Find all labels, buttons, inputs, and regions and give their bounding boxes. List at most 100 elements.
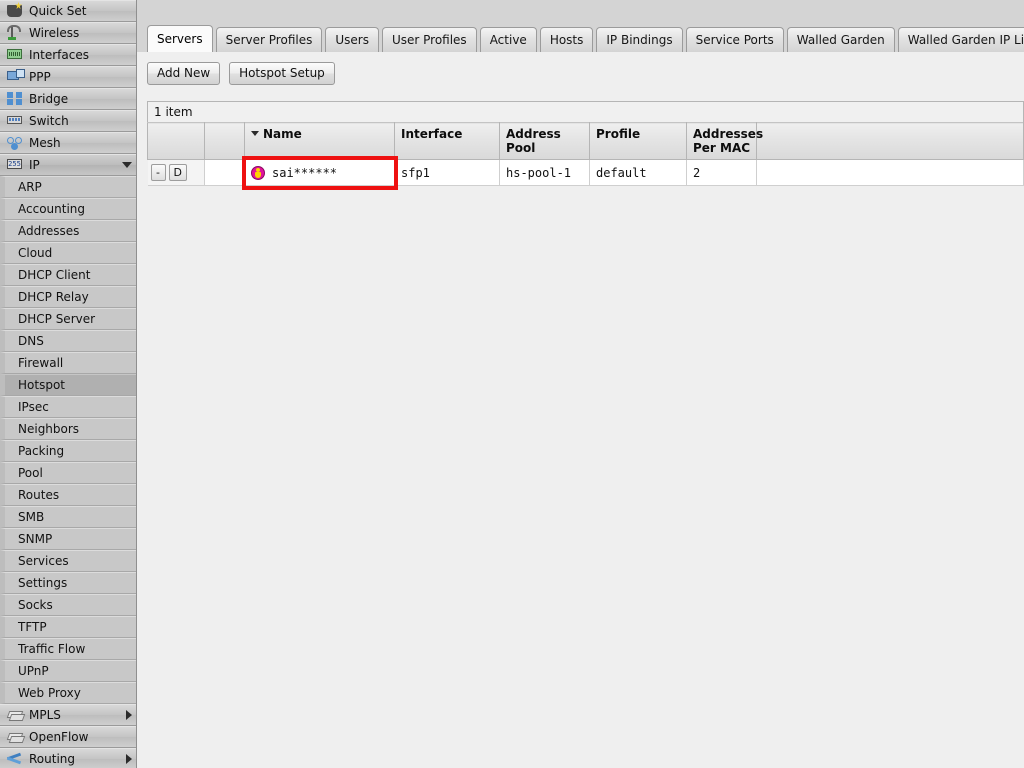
column-header-blank bbox=[205, 123, 245, 160]
sidebar-item-pool[interactable]: Pool bbox=[0, 462, 136, 484]
column-header-label: Profile bbox=[596, 127, 640, 141]
tab-servers[interactable]: Servers bbox=[147, 25, 213, 52]
sidebar-item-ppp[interactable]: PPP bbox=[0, 66, 136, 88]
sidebar-item-neighbors[interactable]: Neighbors bbox=[0, 418, 136, 440]
sidebar-item-ip[interactable]: 255 IP bbox=[0, 154, 136, 176]
column-header-name[interactable]: Name bbox=[245, 123, 395, 160]
sidebar-top-menu: Quick Set Wireless Interfaces PPP Bridge Swit… bbox=[0, 0, 136, 176]
sidebar-item-smb[interactable]: SMB bbox=[0, 506, 136, 528]
cell-blank bbox=[757, 160, 1024, 186]
tab-user-profiles[interactable]: User Profiles bbox=[382, 27, 477, 52]
item-count-bar: 1 item bbox=[147, 101, 1024, 122]
sidebar-item-bridge[interactable]: Bridge bbox=[0, 88, 136, 110]
tab-ip-bindings[interactable]: IP Bindings bbox=[596, 27, 682, 52]
cell-addresses-per-mac[interactable]: 2 bbox=[687, 160, 757, 186]
cell-name[interactable]: sai****** bbox=[245, 160, 395, 186]
sidebar-item-label: Wireless bbox=[29, 26, 132, 40]
tab-active[interactable]: Active bbox=[480, 27, 537, 52]
interfaces-icon bbox=[6, 47, 24, 63]
ppp-icon bbox=[6, 69, 24, 85]
add-new-button[interactable]: Add New bbox=[147, 62, 220, 85]
mesh-icon bbox=[6, 135, 24, 151]
sidebar-item-openflow[interactable]: OpenFlow bbox=[0, 726, 136, 748]
sidebar-item-services[interactable]: Services bbox=[0, 550, 136, 572]
sidebar-item-accounting[interactable]: Accounting bbox=[0, 198, 136, 220]
cell-profile[interactable]: default bbox=[590, 160, 687, 186]
table-row[interactable]: -Dsai******sfp1hs-pool-1default2 bbox=[148, 160, 1024, 186]
toolbar: Add New Hotspot Setup bbox=[147, 62, 1024, 85]
disable-row-button[interactable]: D bbox=[169, 164, 187, 181]
column-header-profile[interactable]: Profile bbox=[590, 123, 687, 160]
sidebar-item-routes[interactable]: Routes bbox=[0, 484, 136, 506]
sidebar-item-firewall[interactable]: Firewall bbox=[0, 352, 136, 374]
sidebar-item-interfaces[interactable]: Interfaces bbox=[0, 44, 136, 66]
main-panel: ServersServer ProfilesUsersUser Profiles… bbox=[137, 0, 1024, 768]
switch-icon bbox=[6, 113, 24, 129]
sidebar-item-settings[interactable]: Settings bbox=[0, 572, 136, 594]
column-header-blank bbox=[757, 123, 1024, 160]
sidebar-item-mesh[interactable]: Mesh bbox=[0, 132, 136, 154]
ip-icon: 255 bbox=[6, 157, 24, 173]
sidebar-item-label: IP bbox=[29, 158, 118, 172]
column-header-blank bbox=[148, 123, 205, 160]
wireless-icon bbox=[6, 25, 24, 41]
sidebar-item-traffic-flow[interactable]: Traffic Flow bbox=[0, 638, 136, 660]
sidebar-item-switch[interactable]: Switch bbox=[0, 110, 136, 132]
column-header-label: Interface bbox=[401, 127, 462, 141]
row-spacer-cell bbox=[205, 160, 245, 186]
sidebar-item-dns[interactable]: DNS bbox=[0, 330, 136, 352]
sidebar-item-label: PPP bbox=[29, 70, 132, 84]
sidebar-item-upnp[interactable]: UPnP bbox=[0, 660, 136, 682]
sidebar-item-hotspot[interactable]: Hotspot bbox=[0, 374, 136, 396]
sidebar-item-snmp[interactable]: SNMP bbox=[0, 528, 136, 550]
tab-service-ports[interactable]: Service Ports bbox=[686, 27, 784, 52]
tab-hosts[interactable]: Hosts bbox=[540, 27, 594, 52]
tab-users[interactable]: Users bbox=[325, 27, 379, 52]
tab-walled-garden[interactable]: Walled Garden bbox=[787, 27, 895, 52]
hotspot-setup-button[interactable]: Hotspot Setup bbox=[229, 62, 335, 85]
bridge-icon bbox=[6, 91, 24, 107]
sidebar-item-ipsec[interactable]: IPsec bbox=[0, 396, 136, 418]
column-header-label: Name bbox=[263, 127, 302, 141]
sidebar-item-label: Routing bbox=[29, 752, 122, 766]
cell-interface[interactable]: sfp1 bbox=[395, 160, 500, 186]
column-header-label: Addresses Per MAC bbox=[693, 127, 763, 155]
remove-row-button[interactable]: - bbox=[151, 164, 166, 181]
content-area: Add New Hotspot Setup 1 item bbox=[137, 52, 1024, 768]
cell-address-pool[interactable]: hs-pool-1 bbox=[500, 160, 590, 186]
sidebar-item-label: Interfaces bbox=[29, 48, 132, 62]
sidebar-item-addresses[interactable]: Addresses bbox=[0, 220, 136, 242]
sidebar-item-wireless[interactable]: Wireless bbox=[0, 22, 136, 44]
tab-server-profiles[interactable]: Server Profiles bbox=[216, 27, 323, 52]
sidebar-item-web-proxy[interactable]: Web Proxy bbox=[0, 682, 136, 704]
sidebar-item-dhcp-client[interactable]: DHCP Client bbox=[0, 264, 136, 286]
row-action-cell: -D bbox=[148, 160, 205, 186]
column-header-address-pool[interactable]: Address Pool bbox=[500, 123, 590, 160]
tab-walled-garden-ip-list[interactable]: Walled Garden IP List bbox=[898, 27, 1024, 52]
table-header-row: Name Interface Address Pool Profile Addresse… bbox=[148, 123, 1024, 160]
sidebar-item-cloud[interactable]: Cloud bbox=[0, 242, 136, 264]
sidebar-item-quick-set[interactable]: Quick Set bbox=[0, 0, 136, 22]
sidebar-item-routing[interactable]: Routing bbox=[0, 748, 136, 768]
sidebar-item-socks[interactable]: Socks bbox=[0, 594, 136, 616]
sidebar-item-label: Bridge bbox=[29, 92, 132, 106]
sidebar-item-label: Quick Set bbox=[29, 4, 132, 18]
sidebar-item-mpls[interactable]: MPLS bbox=[0, 704, 136, 726]
routing-icon bbox=[6, 751, 24, 767]
chevron-right-icon bbox=[126, 754, 132, 764]
table-body: -Dsai******sfp1hs-pool-1default2 bbox=[148, 160, 1024, 186]
sidebar-item-packing[interactable]: Packing bbox=[0, 440, 136, 462]
sidebar-item-arp[interactable]: ARP bbox=[0, 176, 136, 198]
sidebar-item-label: Switch bbox=[29, 114, 132, 128]
sidebar-bottom-menu: MPLSOpenFlow Routing bbox=[0, 704, 136, 768]
webfig-window: Quick Set Wireless Interfaces PPP Bridge Swit… bbox=[0, 0, 1024, 768]
sidebar-item-label: Mesh bbox=[29, 136, 132, 150]
column-header-label: Address Pool bbox=[506, 127, 561, 155]
column-header-addresses-per-mac[interactable]: Addresses Per MAC bbox=[687, 123, 757, 160]
sidebar-item-tftp[interactable]: TFTP bbox=[0, 616, 136, 638]
sidebar-item-dhcp-server[interactable]: DHCP Server bbox=[0, 308, 136, 330]
sidebar-item-dhcp-relay[interactable]: DHCP Relay bbox=[0, 286, 136, 308]
column-header-interface[interactable]: Interface bbox=[395, 123, 500, 160]
sidebar-ip-submenu: ARPAccountingAddressesCloudDHCP ClientDH… bbox=[0, 176, 136, 704]
chevron-down-icon bbox=[122, 162, 132, 168]
